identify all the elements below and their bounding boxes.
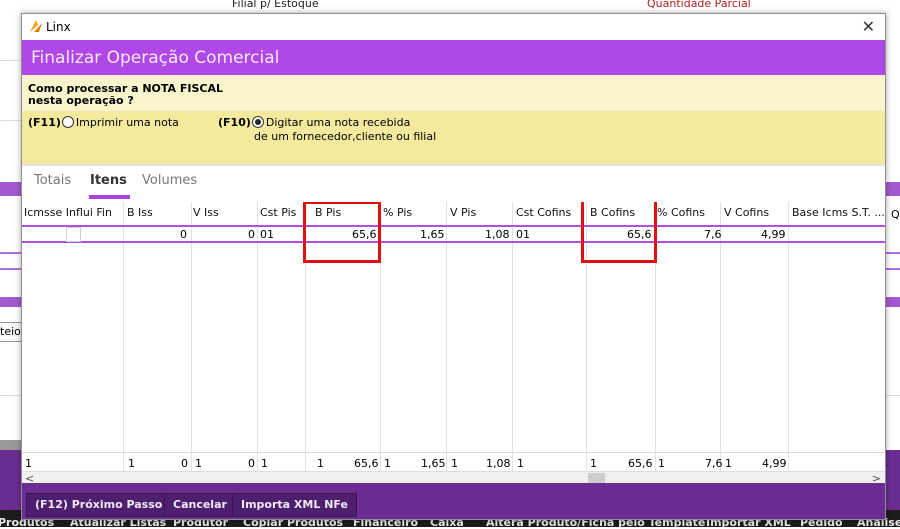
bg-stripe-right — [884, 182, 900, 196]
totals-separator — [22, 452, 885, 453]
tab-totais[interactable]: Totais — [34, 173, 71, 188]
question-text: Como processar a NOTA FISCAL nesta opera… — [28, 83, 228, 107]
total-cell: 1 — [590, 457, 597, 470]
radio-print-icon[interactable] — [61, 116, 74, 128]
highlight-box-b-pis — [303, 202, 381, 263]
total-cell: 1 — [725, 457, 732, 470]
options-panel: (F11) Imprimir uma nota (F10) Digitar uma … — [22, 111, 885, 164]
option-print-key: (F11) — [28, 116, 61, 129]
row-highlight-bottom — [22, 241, 885, 243]
question-line-2: nesta operação ? — [28, 94, 134, 107]
cell-pct-pis[interactable]: 1,65 — [420, 228, 445, 241]
bg-stripe-grey — [0, 440, 22, 450]
row-highlight-top — [22, 225, 885, 227]
bg-rule-4 — [884, 395, 900, 396]
total-cell: 1 — [128, 457, 135, 470]
option-digit-key: (F10) — [218, 116, 251, 129]
dialog-footer: (F12) Próximo Passo Cancelar Importa XML… — [22, 483, 885, 519]
option-digit-line2: de um fornecedor,cliente ou filial — [254, 130, 437, 143]
total-cell: 4,99 — [762, 457, 787, 470]
total-cell: 0 — [248, 457, 255, 470]
bg-stripe-left — [0, 182, 22, 196]
bg-stripe-right-2 — [884, 297, 900, 307]
option-print-label: Imprimir uma nota — [75, 116, 179, 129]
bg-field-rateio: teio — [0, 322, 23, 342]
cell-v-pis[interactable]: 1,08 — [485, 228, 510, 241]
total-cell: 1 — [517, 457, 524, 470]
page-title: Finalizar Operação Comercial — [31, 48, 280, 68]
bg-line-left — [0, 252, 22, 254]
total-cell: 1 — [195, 457, 202, 470]
question-panel: Como processar a NOTA FISCAL nesta opera… — [22, 75, 885, 111]
total-cell: 1 — [384, 457, 391, 470]
import-xml-button[interactable]: Importa XML NFe — [232, 493, 357, 517]
cell-cst-cofins[interactable]: 01 — [516, 228, 530, 241]
cell-cst-pis[interactable]: 01 — [260, 228, 274, 241]
linx-logo-icon — [30, 20, 42, 32]
total-cell: 1 — [658, 457, 665, 470]
bg-stripe-left-2 — [0, 297, 22, 307]
next-step-button[interactable]: (F12) Próximo Passo — [26, 493, 172, 517]
cell-v-iss[interactable]: 0 — [180, 228, 187, 241]
option-print[interactable]: (F11) Imprimir uma nota — [28, 116, 179, 130]
option-digit[interactable]: (F10) Digitar uma nota recebida de um for… — [218, 116, 436, 144]
radio-digit-icon[interactable] — [251, 116, 264, 128]
total-cell: 0 — [181, 457, 188, 470]
bg-field-rateio-label: teio — [0, 325, 21, 338]
bg-rule-2 — [0, 120, 22, 121]
total-cell: 1 — [261, 457, 268, 470]
cancel-button[interactable]: Cancelar — [164, 493, 236, 517]
total-cell: 1 — [317, 457, 324, 470]
tab-bar: Totais Itens Volumes — [22, 166, 885, 200]
dialog-titlebar: Linx ✕ — [22, 14, 885, 40]
bg-label-quantidade: Quantidade Parcial — [647, 0, 751, 10]
bg-line-right-2 — [884, 268, 900, 270]
bg-purple-bottom-left — [0, 450, 22, 510]
window-title: Linx — [46, 20, 71, 34]
bg-rule-1 — [0, 60, 22, 61]
option-digit-line1: Digitar uma nota recebida — [265, 116, 411, 129]
total-cell: 65,6 — [354, 457, 379, 470]
total-cell: 1,65 — [421, 457, 446, 470]
tab-volumes[interactable]: Volumes — [142, 173, 197, 188]
bg-line-right — [884, 252, 900, 254]
total-cell: 1 — [25, 457, 32, 470]
highlight-box-b-cofins — [581, 202, 657, 263]
bg-label-filial: Filial p/ Estoque — [232, 0, 319, 10]
total-cell: 1,08 — [486, 457, 511, 470]
tab-itens[interactable]: Itens — [89, 173, 130, 199]
bg-line-left-2 — [0, 268, 22, 270]
items-grid: Icmsse Influi Fin B Iss V Iss Cst Pis B … — [22, 202, 885, 498]
dialog-header: Finalizar Operação Comercial — [22, 40, 885, 75]
cell-cst-pis-value[interactable]: 0 — [248, 228, 255, 241]
icmsse-checkbox[interactable] — [66, 227, 81, 242]
cell-v-cofins[interactable]: 4,99 — [761, 228, 786, 241]
total-cell: 65,6 — [628, 457, 653, 470]
total-cell: 1 — [451, 457, 458, 470]
total-cell: 7,6 — [705, 457, 723, 470]
bg-label-q: Q — [891, 208, 900, 221]
bg-purple-bottom-right — [884, 450, 900, 510]
close-icon[interactable]: ✕ — [862, 17, 875, 36]
bg-rule-3 — [0, 395, 22, 396]
background-header: Filial p/ Estoque Quantidade Parcial — [0, 0, 900, 12]
cell-pct-cofins[interactable]: 7,6 — [704, 228, 722, 241]
finalizar-dialog: Linx ✕ Finalizar Operação Comercial Como… — [21, 13, 886, 520]
